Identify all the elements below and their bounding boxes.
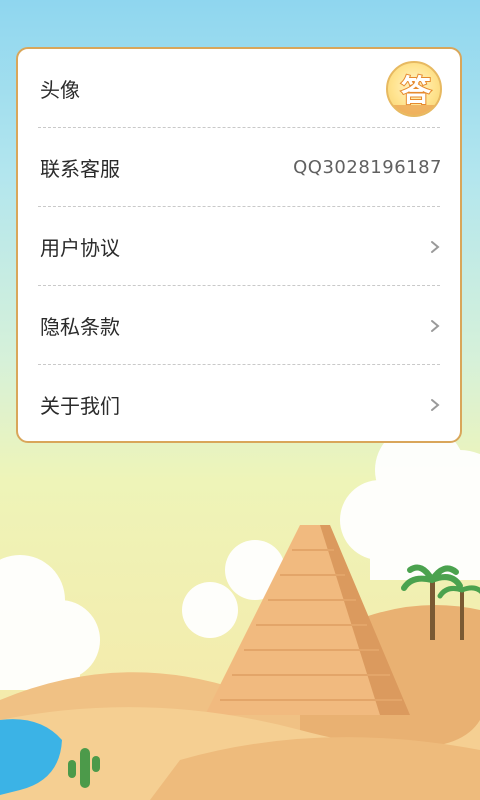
chevron-right-icon — [431, 319, 440, 332]
chevron-right-icon — [431, 240, 440, 253]
about-us-row[interactable]: 关于我们 — [18, 365, 460, 441]
user-agreement-label: 用户协议 — [40, 236, 120, 260]
avatar[interactable]: 答 — [386, 60, 442, 117]
settings-card: 头像 答 联系客服 QQ3028196187 用户协议 隐私条款 关于我们 — [16, 47, 462, 443]
app-logo-avatar: 答 — [388, 73, 440, 115]
avatar-label: 头像 — [40, 78, 80, 102]
customer-service-label: 联系客服 — [40, 157, 120, 181]
user-agreement-row[interactable]: 用户协议 — [18, 207, 460, 286]
about-us-label: 关于我们 — [40, 394, 120, 418]
privacy-policy-row[interactable]: 隐私条款 — [18, 286, 460, 365]
chevron-right-icon — [431, 398, 440, 411]
avatar-row[interactable]: 头像 答 — [18, 49, 460, 128]
privacy-policy-label: 隐私条款 — [40, 315, 120, 339]
avatar-glyph: 答 — [401, 74, 432, 109]
customer-service-qq-value: QQ3028196187 — [293, 157, 442, 178]
customer-service-row[interactable]: 联系客服 QQ3028196187 — [18, 128, 460, 207]
